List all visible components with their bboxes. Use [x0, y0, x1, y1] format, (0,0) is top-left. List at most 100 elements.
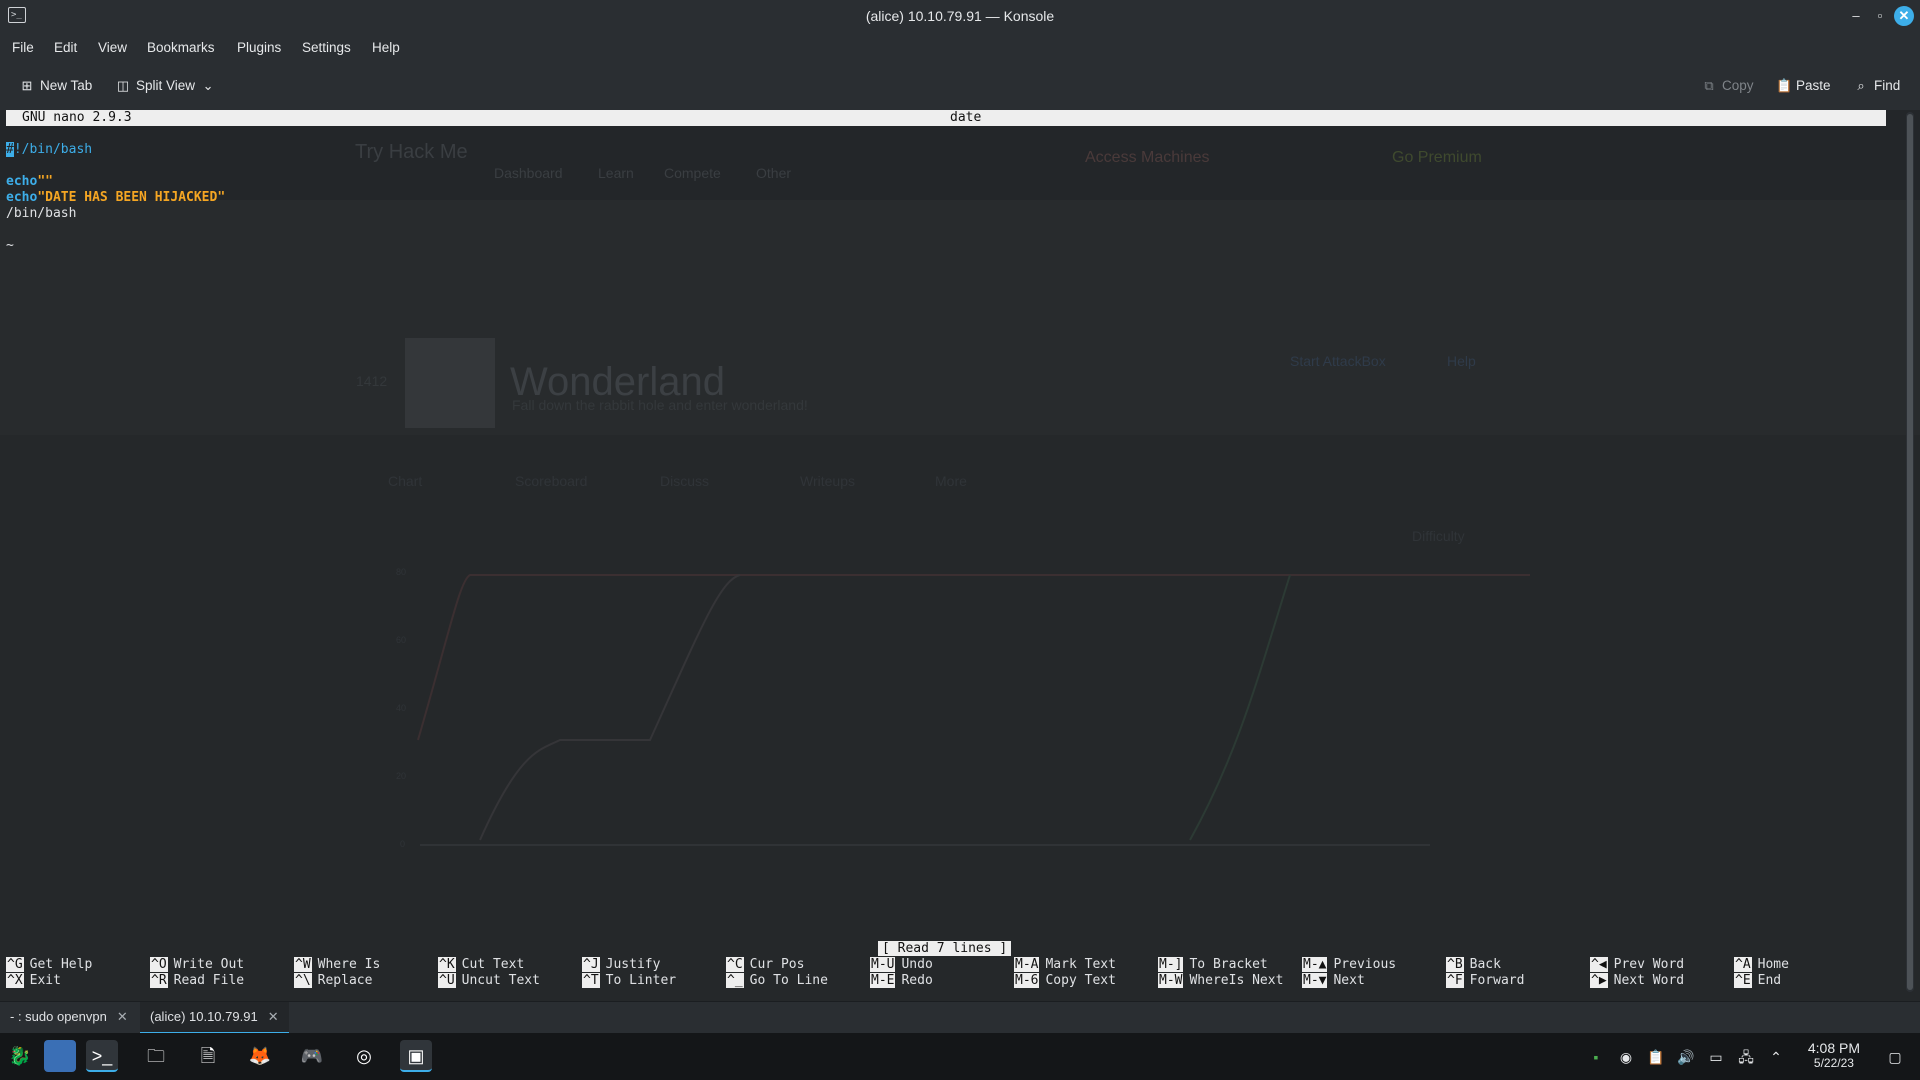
nano-shortcut: M-] To Bracket: [1158, 957, 1268, 973]
bg-ytick-1: 60: [396, 635, 406, 645]
taskbar: 🐉 >_ 🗀 🗎 🦊 🎮 ◎ ▣ ▪ ◉ 📋 🔊 ▭ 🖧 ⌃ 4:08 PM 5…: [0, 1033, 1920, 1080]
terminal-icon[interactable]: >_: [86, 1040, 118, 1072]
shortcut-key: M-]: [1158, 957, 1184, 972]
menu-edit[interactable]: Edit: [54, 40, 77, 55]
chrome-icon[interactable]: ◎: [348, 1040, 380, 1072]
nano-shortcut: ^◀ Prev Word: [1590, 957, 1684, 973]
terminal-view[interactable]: Try Hack Me Dashboard Learn Compete Othe…: [0, 110, 1920, 1001]
new-tab-label: New Tab: [40, 78, 93, 93]
chevron-down-icon[interactable]: ⌄: [201, 78, 215, 93]
shortcut-label: Redo: [901, 973, 933, 988]
shortcut-key: M-▼: [1302, 973, 1328, 988]
nano-shortcut: ^\ Replace: [294, 973, 372, 989]
screenshot-tool-icon[interactable]: ▣: [400, 1040, 432, 1072]
nano-shortcut: ^W Where Is: [294, 957, 380, 973]
shortcut-label: WhereIs Next: [1189, 973, 1284, 988]
split-view-label: Split View: [136, 78, 196, 93]
shortcut-label: Previous: [1333, 957, 1397, 972]
menu-plugins[interactable]: Plugins: [237, 40, 281, 55]
copy-icon: ⧉: [1704, 77, 1714, 93]
split-view-button[interactable]: ◫ Split View ⌄: [116, 78, 215, 93]
file-manager-icon[interactable]: 🗀: [140, 1040, 172, 1072]
shortcut-key: ^R: [150, 973, 168, 988]
shortcut-key: ^◀: [1590, 957, 1608, 972]
tab-alice[interactable]: (alice) 10.10.79.91 ✕: [140, 1002, 289, 1034]
menu-view[interactable]: View: [98, 40, 127, 55]
shortcut-key: ^J: [582, 957, 600, 972]
clock[interactable]: 4:08 PM 5/22/23: [1808, 1040, 1860, 1070]
shortcut-key: ^G: [6, 957, 24, 972]
tab-openvpn[interactable]: - : sudo openvpn ✕: [0, 1002, 138, 1032]
menu-help[interactable]: Help: [372, 40, 400, 55]
menu-file[interactable]: File: [12, 40, 34, 55]
menu-bookmarks[interactable]: Bookmarks: [147, 40, 215, 55]
status-icon[interactable]: ◉: [1617, 1048, 1635, 1066]
copy-label: Copy: [1722, 78, 1754, 93]
vpn-icon[interactable]: ▪: [1587, 1048, 1605, 1066]
bg-ytick-2: 40: [396, 703, 406, 713]
shortcut-key: ^C: [726, 957, 744, 972]
paste-label: Paste: [1796, 78, 1831, 93]
discord-icon[interactable]: 🎮: [296, 1040, 328, 1072]
text-editor-icon[interactable]: 🗎: [192, 1040, 224, 1072]
bg-nav-3: Other: [756, 165, 791, 181]
nano-shortcut: M-▼ Next: [1302, 973, 1365, 989]
translucent-background: Try Hack Me Dashboard Learn Compete Othe…: [0, 141, 1920, 1001]
terminal-scrollbar[interactable]: [1906, 112, 1914, 992]
shortcut-key: ^B: [1446, 957, 1464, 972]
volume-icon[interactable]: 🔊: [1677, 1048, 1695, 1066]
close-icon[interactable]: ✕: [117, 1002, 128, 1032]
clipboard-icon[interactable]: 📋: [1647, 1048, 1665, 1066]
new-tab-button[interactable]: ⊞ New Tab: [20, 77, 93, 93]
empty-string: "": [37, 174, 53, 189]
bg-curve-red: [417, 574, 1530, 741]
nano-shortcut: ^▶ Next Word: [1590, 973, 1684, 989]
maximize-button[interactable]: ▫: [1870, 6, 1890, 26]
shortcut-label: Forward: [1469, 973, 1525, 988]
network-icon[interactable]: 🖧: [1737, 1048, 1755, 1066]
window-title: (alice) 10.10.79.91 — Konsole: [865, 8, 1055, 24]
shortcut-label: Exit: [29, 973, 61, 988]
bg-room-avatar: [405, 338, 495, 428]
nano-shortcut: ^_ Go To Line: [726, 973, 828, 989]
paste-button[interactable]: 📋 Paste: [1776, 78, 1831, 93]
shortcut-label: Go To Line: [749, 973, 828, 988]
nano-shortcut: M-6 Copy Text: [1014, 973, 1116, 989]
shortcut-key: ^T: [582, 973, 600, 988]
battery-icon[interactable]: ▭: [1707, 1048, 1725, 1066]
toolbar: ⊞ New Tab ◫ Split View ⌄ ⧉ Copy 📋 Paste …: [0, 64, 1920, 111]
file-line-4: echo"DATE HAS BEEN HIJACKED": [6, 190, 225, 206]
shortcut-label: Prev Word: [1613, 957, 1685, 972]
shortcut-key: ^A: [1734, 957, 1752, 972]
shortcut-key: ^K: [438, 957, 456, 972]
shortcut-key: ^O: [150, 957, 168, 972]
clock-time: 4:08 PM: [1807, 1040, 1860, 1056]
shortcut-key: M-U: [870, 957, 896, 972]
shortcut-key: M-▲: [1302, 957, 1328, 972]
bg-votes: 1412: [356, 373, 387, 389]
firefox-icon[interactable]: 🦊: [244, 1040, 276, 1072]
new-tab-icon: ⊞: [21, 77, 33, 93]
shortcut-key: ^W: [294, 957, 312, 972]
close-button[interactable]: ✕: [1894, 6, 1914, 26]
show-desktop-icon[interactable]: ▢: [1886, 1048, 1904, 1066]
shortcut-label: Copy Text: [1045, 973, 1116, 988]
shortcut-label: Cur Pos: [749, 957, 805, 972]
shortcut-key: M-W: [1158, 973, 1184, 988]
scrollbar-thumb[interactable]: [1907, 114, 1913, 990]
copy-button[interactable]: ⧉ Copy: [1702, 77, 1754, 93]
chevron-up-icon[interactable]: ⌃: [1767, 1048, 1785, 1066]
split-view-icon: ◫: [116, 77, 130, 93]
nano-shortcut: ^F Forward: [1446, 973, 1524, 989]
find-label: Find: [1874, 78, 1901, 93]
desktop-icon[interactable]: [44, 1040, 76, 1072]
minimize-button[interactable]: –: [1846, 6, 1866, 26]
find-button[interactable]: ⌕ Find: [1854, 78, 1900, 93]
bg-curve-gray: [479, 574, 741, 841]
close-icon[interactable]: ✕: [268, 1002, 279, 1032]
bg-body: [0, 435, 1920, 1001]
kali-menu-icon[interactable]: 🐉: [4, 1040, 36, 1072]
bg-nav-1: Learn: [598, 165, 634, 181]
menu-settings[interactable]: Settings: [302, 40, 351, 55]
shortcut-key: ^_: [726, 973, 744, 988]
